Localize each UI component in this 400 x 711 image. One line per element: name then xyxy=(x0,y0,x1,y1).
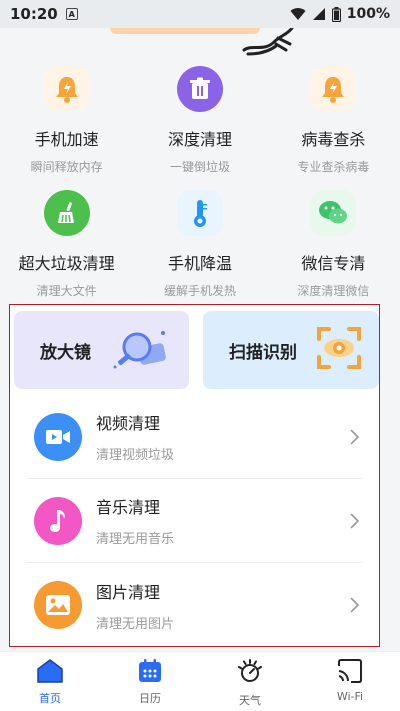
tab-home[interactable]: 首页 xyxy=(0,652,100,711)
list-item-subtitle: 清理无用音乐 xyxy=(96,532,175,547)
list-item-subtitle: 清理无用图片 xyxy=(96,616,175,632)
magnifier-card[interactable]: 放大镜 xyxy=(14,311,190,389)
bottom-tab-bar: 首页 日历 天气 Wi-Fi xyxy=(0,651,400,711)
notification-a-icon: A xyxy=(65,8,78,20)
tools-panel: 放大镜 扫描识别 视频清理 清理视频垃圾 音乐清理 清理无用音乐 图片清理 清理… xyxy=(9,304,380,647)
feature-large-junk[interactable]: 超大垃圾清理 清理大文件 xyxy=(0,182,133,306)
list-item-title: 图片清理 xyxy=(96,582,161,602)
feature-title: 深度清理 xyxy=(167,130,232,149)
list-item-title: 视频清理 xyxy=(96,414,161,433)
tool-cards: 放大镜 扫描识别 xyxy=(10,305,379,389)
feature-subtitle: 清理大文件 xyxy=(36,284,97,298)
feature-grid: 手机加速 瞬间释放内存 深度清理 一键倒垃圾 病毒查杀 专业查杀病毒 超大垃圾清… xyxy=(0,58,400,306)
list-item-music[interactable]: 音乐清理 清理无用音乐 xyxy=(26,479,363,563)
list-item-video[interactable]: 视频清理 清理视频垃圾 xyxy=(26,395,363,479)
feature-deep-clean[interactable]: 深度清理 一键倒垃圾 xyxy=(133,58,266,182)
status-bar: 10:20 A 100% xyxy=(0,0,400,28)
signal-icon xyxy=(312,8,325,20)
list-item-image[interactable]: 图片清理 清理无用图片 xyxy=(26,563,363,646)
trash-icon xyxy=(176,66,223,112)
feature-cool-down[interactable]: 手机降温 缓解手机发热 xyxy=(133,182,266,306)
card-label: 放大镜 xyxy=(40,342,91,363)
feature-title: 超大垃圾清理 xyxy=(18,254,115,273)
chevron-right-icon xyxy=(350,429,359,445)
scan-card[interactable]: 扫描识别 xyxy=(203,311,379,389)
status-time: 10:20 xyxy=(10,5,58,23)
calendar-icon xyxy=(139,659,161,682)
magnifier-icon xyxy=(113,331,166,369)
wechat-icon xyxy=(310,190,357,236)
feature-subtitle: 专业查杀病毒 xyxy=(297,160,370,174)
hand-illustration-icon xyxy=(242,28,294,56)
feature-phone-boost[interactable]: 手机加速 瞬间释放内存 xyxy=(0,58,133,182)
tab-label: 首页 xyxy=(39,692,61,705)
music-icon xyxy=(34,496,82,545)
feature-subtitle: 一键倒垃圾 xyxy=(169,160,230,174)
feature-subtitle: 深度清理微信 xyxy=(297,284,370,298)
banner-remnant xyxy=(0,28,400,58)
tab-wifi[interactable]: Wi-Fi xyxy=(300,652,400,711)
home-icon xyxy=(37,659,63,683)
tab-weather[interactable]: 天气 xyxy=(200,652,300,711)
cast-icon xyxy=(338,659,362,683)
tab-label: 日历 xyxy=(139,692,161,705)
chevron-right-icon xyxy=(350,597,359,613)
feature-wechat-clean[interactable]: 微信专清 深度清理微信 xyxy=(267,182,400,306)
wifi-icon xyxy=(290,8,306,20)
tab-label: Wi-Fi xyxy=(336,690,364,703)
video-icon xyxy=(34,412,82,461)
feature-title: 病毒查杀 xyxy=(301,130,366,149)
card-label: 扫描识别 xyxy=(229,342,298,363)
weather-icon xyxy=(238,659,262,682)
tab-label: 天气 xyxy=(239,694,261,707)
feature-title: 微信专清 xyxy=(301,254,366,273)
feature-subtitle: 缓解手机发热 xyxy=(163,284,236,298)
image-icon xyxy=(34,581,82,629)
scan-eye-icon xyxy=(317,327,361,369)
broom-icon xyxy=(43,190,90,236)
tab-calendar[interactable]: 日历 xyxy=(100,652,200,711)
bell-icon xyxy=(43,66,90,112)
feature-title: 手机降温 xyxy=(167,254,232,273)
list-item-title: 音乐清理 xyxy=(96,498,161,517)
battery-icon xyxy=(331,6,341,22)
bell-icon xyxy=(310,66,357,112)
battery-level: 100% xyxy=(346,6,390,22)
feature-subtitle: 瞬间释放内存 xyxy=(30,160,103,174)
list-item-subtitle: 清理视频垃圾 xyxy=(96,448,175,463)
feature-title: 手机加速 xyxy=(34,130,99,149)
clean-list: 视频清理 清理视频垃圾 音乐清理 清理无用音乐 图片清理 清理无用图片 xyxy=(10,389,379,646)
feature-virus-scan[interactable]: 病毒查杀 专业查杀病毒 xyxy=(267,58,400,182)
thermometer-icon xyxy=(176,190,223,236)
chevron-right-icon xyxy=(350,513,359,529)
status-right: 100% xyxy=(290,6,390,22)
